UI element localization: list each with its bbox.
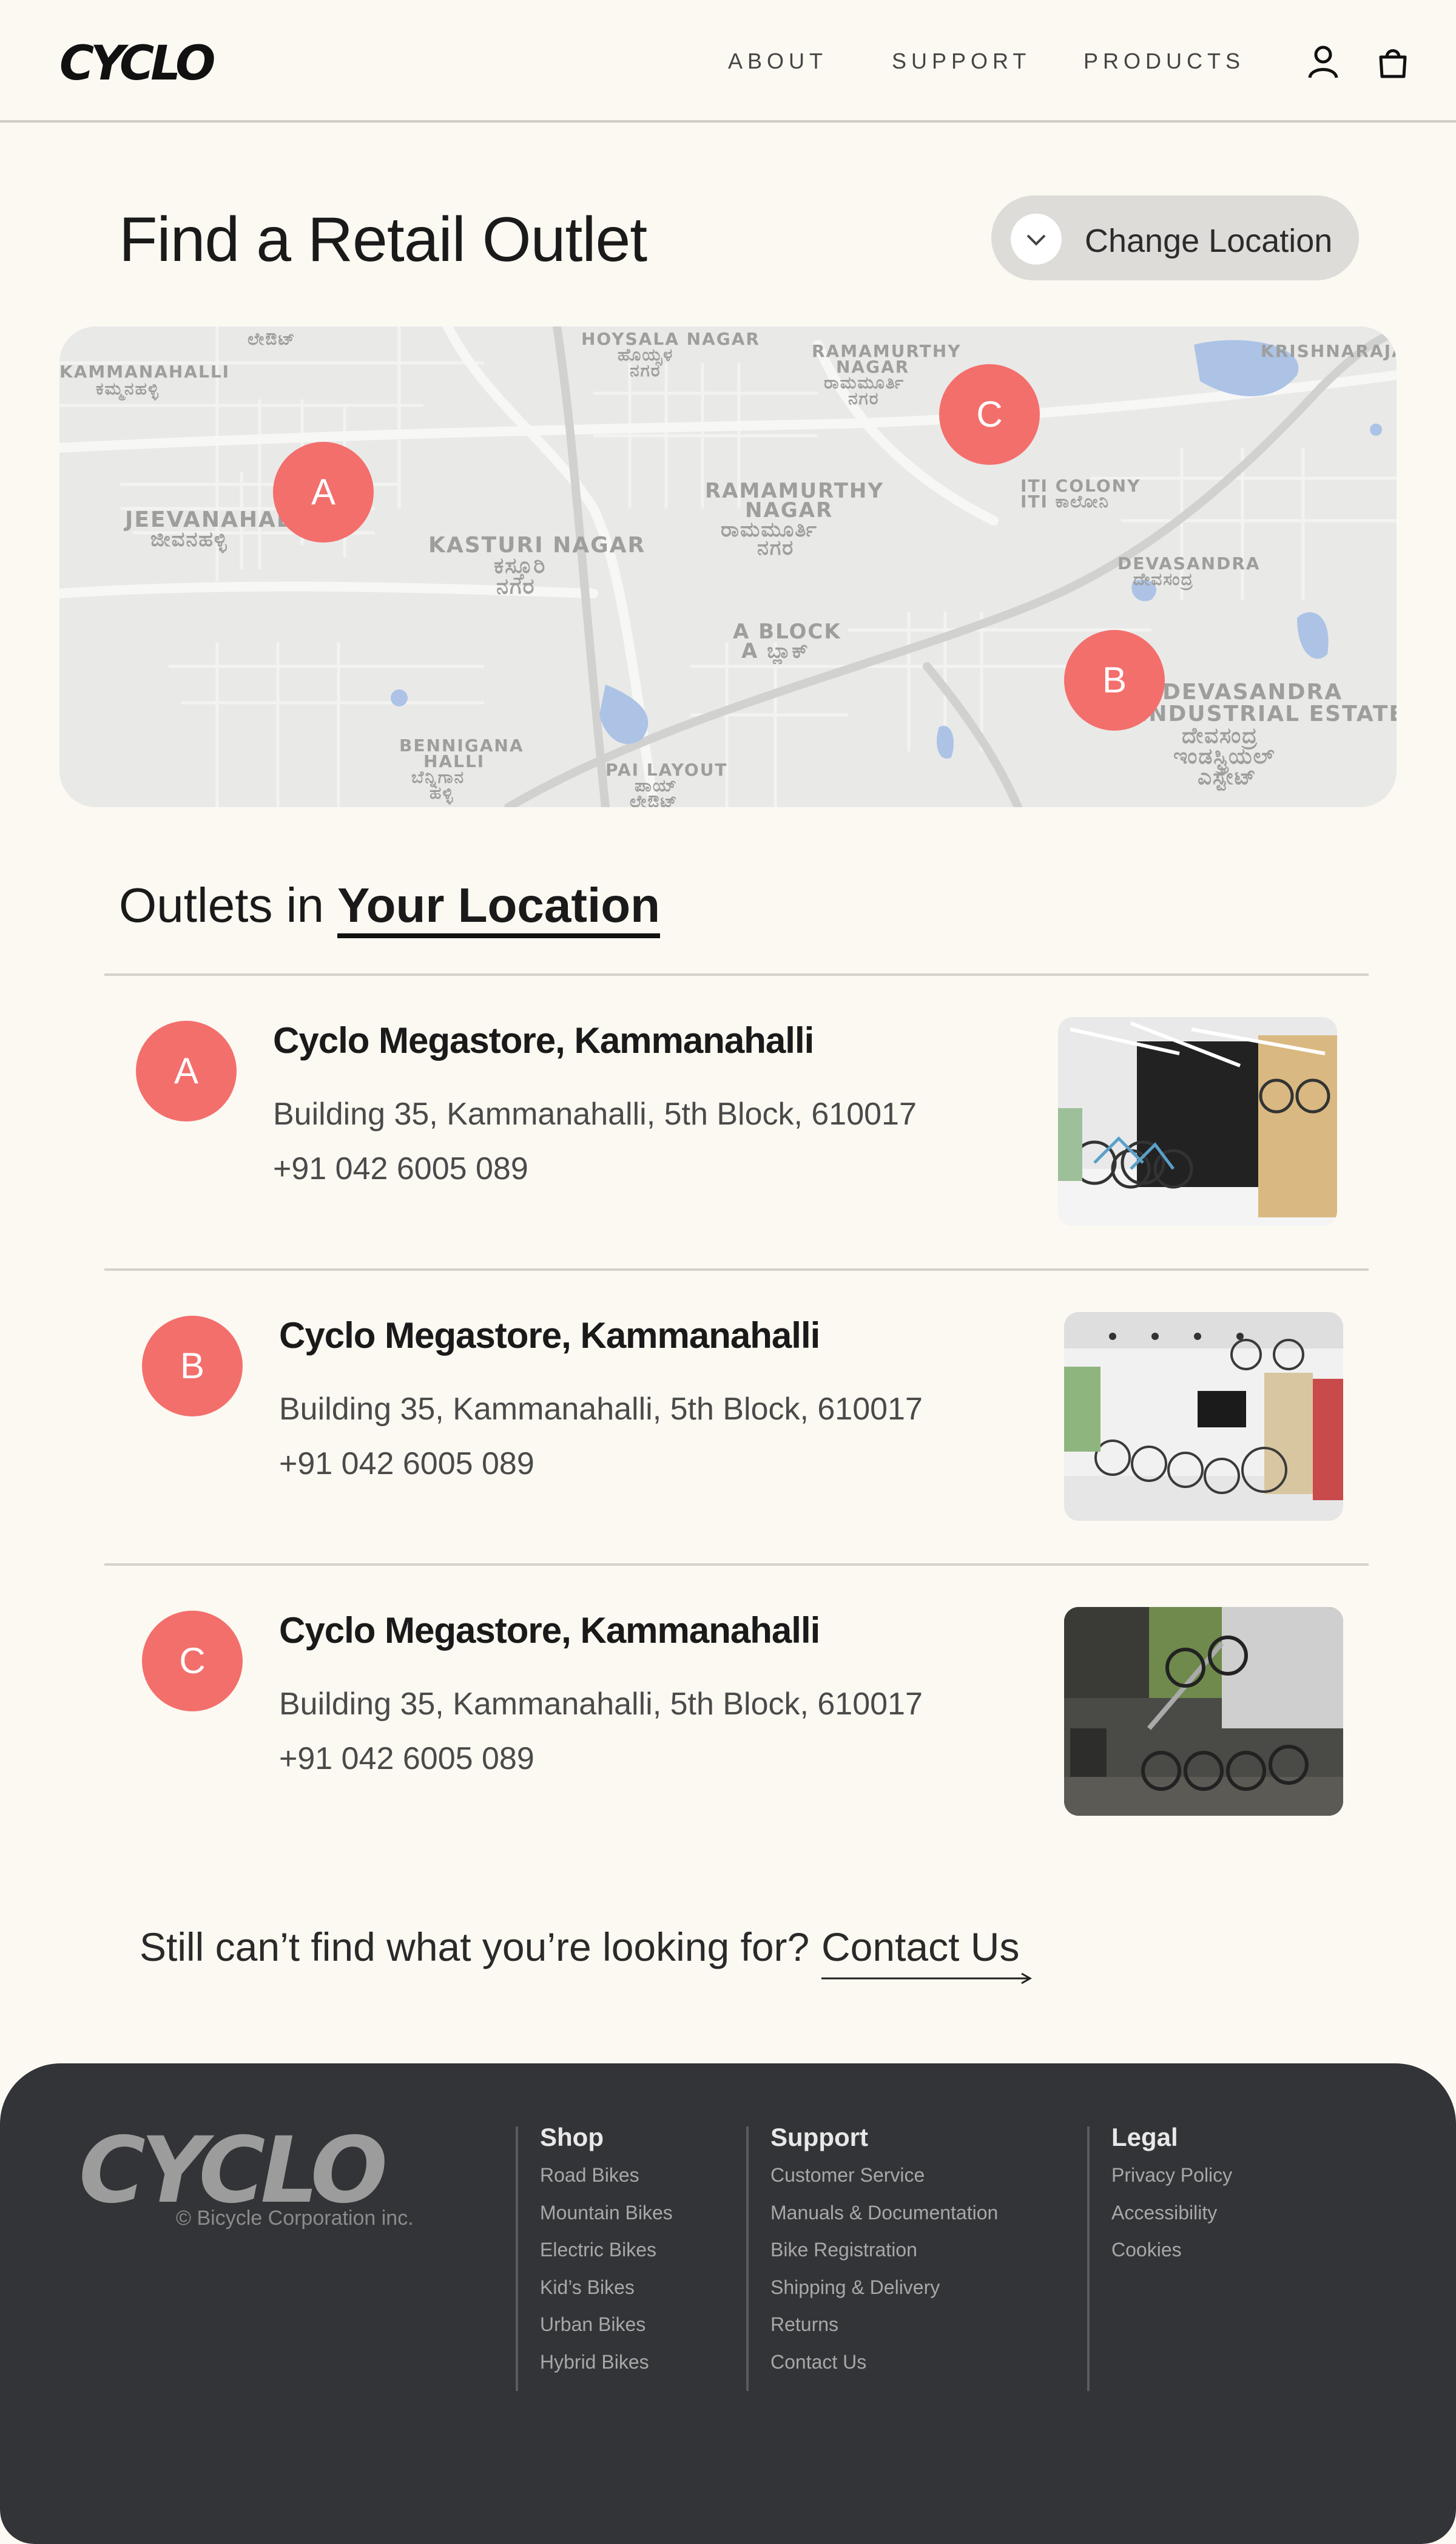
footer-link[interactable]: Kid’s Bikes [540, 2275, 673, 2313]
nav-link-about[interactable]: ABOUT [728, 49, 827, 74]
footer-link[interactable]: Hybrid Bikes [540, 2350, 673, 2387]
footer-heading: Support [770, 2123, 868, 2151]
outlet-address: Building 35, Kammanahalli, 5th Block, 61… [273, 1097, 917, 1132]
footer-link[interactable]: Returns [770, 2312, 998, 2350]
footer-link[interactable]: Cookies [1111, 2238, 1232, 2275]
footer-link[interactable]: Road Bikes [540, 2163, 673, 2201]
footer-column-shop: Shop Road Bikes Mountain Bikes Electric … [516, 2123, 673, 2391]
footer-heading: Shop [540, 2123, 604, 2151]
footer-copyright: © Bicycle Corporation inc. [176, 2207, 414, 2230]
divider [104, 973, 1369, 976]
outlet-phone[interactable]: +91 042 6005 089 [279, 1446, 534, 1482]
cta-text: Still can’t find what you’re looking for… [140, 1924, 810, 1969]
footer-column-legal: Legal Privacy Policy Accessibility Cooki… [1087, 2123, 1232, 2391]
site-footer: CYCLO © Bicycle Corporation inc. Shop Ro… [0, 2063, 1456, 2544]
bag-icon[interactable] [1377, 45, 1409, 79]
outlets-heading-emphasis: Your Location [337, 878, 661, 938]
outlet-marker-b: B [142, 1316, 243, 1416]
outlet-name[interactable]: Cyclo Megastore, Kammanahalli [279, 1609, 820, 1651]
outlets-heading: Outlets in Your Location [119, 878, 661, 938]
footer-link[interactable]: Urban Bikes [540, 2312, 673, 2350]
outlet-map[interactable]: KAMMANAHALLI ಕಮ್ಮನಹಳ್ಳಿ HOYSALA NAGAR ಹೊ… [59, 326, 1397, 807]
outlet-name[interactable]: Cyclo Megastore, Kammanahalli [279, 1314, 820, 1356]
footer-link[interactable]: Contact Us [770, 2350, 998, 2387]
footer-link[interactable]: Manuals & Documentation [770, 2201, 998, 2238]
footer-link[interactable]: Mountain Bikes [540, 2201, 673, 2238]
outlet-photo [1064, 1312, 1343, 1521]
map-pin-b[interactable]: B [1064, 630, 1165, 731]
outlet-address: Building 35, Kammanahalli, 5th Block, 61… [279, 1392, 923, 1427]
outlet-photo [1058, 1017, 1337, 1226]
nav-link-support[interactable]: SUPPORT [892, 49, 1031, 74]
outlet-address: Building 35, Kammanahalli, 5th Block, 61… [279, 1686, 923, 1722]
footer-link[interactable]: Bike Registration [770, 2238, 998, 2275]
outlets-heading-prefix: Outlets in [119, 878, 324, 932]
arrow-right-icon[interactable] [821, 1972, 1034, 1984]
map-pin-a[interactable]: A [273, 442, 374, 543]
map-pin-c[interactable]: C [939, 364, 1040, 465]
footer-link[interactable]: Shipping & Delivery [770, 2275, 998, 2313]
footer-link[interactable]: Accessibility [1111, 2201, 1232, 2238]
chevron-down-icon [1011, 214, 1062, 265]
map-canvas: KAMMANAHALLI ಕಮ್ಮನಹಳ್ಳಿ HOYSALA NAGAR ಹೊ… [59, 326, 1397, 807]
change-location-button[interactable]: Change Location [991, 195, 1359, 280]
footer-column-support: Support Customer Service Manuals & Docum… [746, 2123, 998, 2391]
divider [104, 1268, 1369, 1271]
page-title: Find a Retail Outlet [119, 205, 647, 275]
brand-logo[interactable]: CYCLO [59, 36, 215, 91]
outlet-name[interactable]: Cyclo Megastore, Kammanahalli [273, 1020, 814, 1061]
page: CYCLO ABOUT SUPPORT PRODUCTS Find a Reta… [0, 0, 1456, 2544]
contact-us-link[interactable]: Contact Us [821, 1924, 1019, 1970]
footer-link[interactable]: Privacy Policy [1111, 2163, 1232, 2201]
outlet-phone[interactable]: +91 042 6005 089 [279, 1741, 534, 1777]
outlet-marker-a: A [136, 1021, 237, 1121]
user-icon[interactable] [1307, 45, 1339, 79]
nav-link-products[interactable]: PRODUCTS [1084, 49, 1245, 74]
change-location-label: Change Location [1085, 223, 1333, 259]
outlet-phone[interactable]: +91 042 6005 089 [273, 1151, 528, 1187]
footer-heading: Legal [1111, 2123, 1178, 2151]
footer-link[interactable]: Customer Service [770, 2163, 998, 2201]
divider [104, 1563, 1369, 1566]
footer-link[interactable]: Electric Bikes [540, 2238, 673, 2275]
site-header: CYCLO ABOUT SUPPORT PRODUCTS [0, 0, 1456, 123]
outlet-marker-c: C [142, 1611, 243, 1711]
outlet-photo [1064, 1607, 1343, 1816]
